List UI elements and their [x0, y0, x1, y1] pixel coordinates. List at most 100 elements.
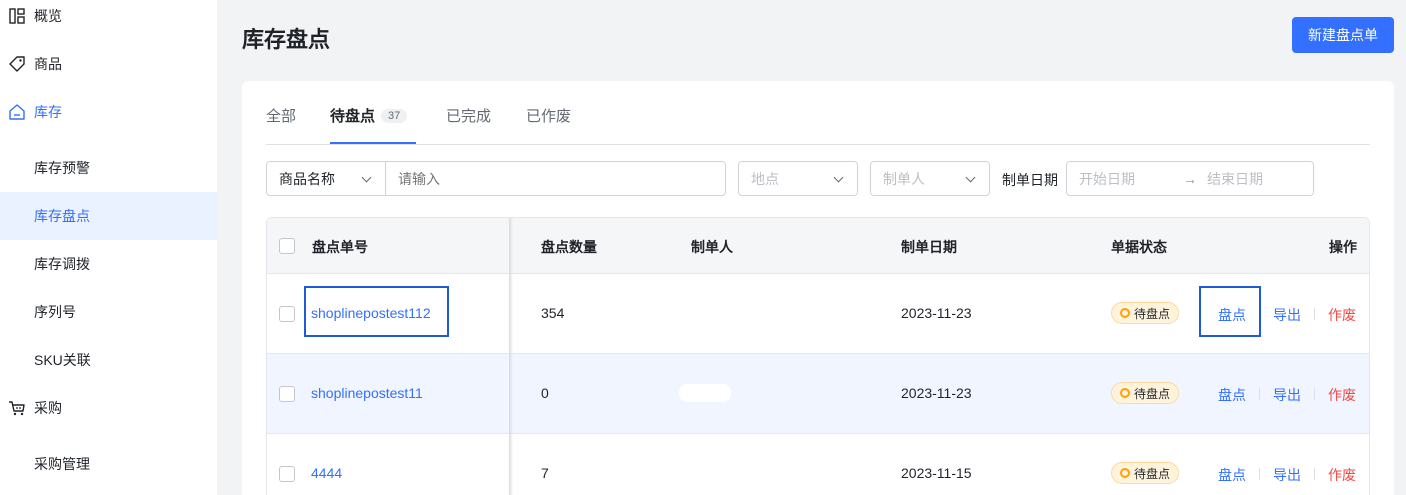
- export-button[interactable]: 导出: [1273, 465, 1301, 485]
- column-header: 单据状态: [1111, 239, 1167, 255]
- qty-cell: 7: [541, 465, 549, 481]
- tab-completed[interactable]: 已完成: [446, 105, 491, 126]
- keyword-input[interactable]: [385, 161, 726, 196]
- select-all-checkbox[interactable]: [279, 238, 295, 254]
- date-range-picker[interactable]: 开始日期 → 结束日期: [1066, 161, 1314, 196]
- tab-label: 已作废: [526, 108, 572, 125]
- void-button[interactable]: 作废: [1328, 465, 1356, 485]
- sidebar-item-transfer[interactable]: 库存调拨: [0, 240, 217, 288]
- fixed-column-shadow: [509, 218, 513, 495]
- column-header: 盘点单号: [312, 239, 368, 255]
- sidebar-item-inventory[interactable]: 库存: [0, 88, 217, 136]
- row-checkbox[interactable]: [279, 466, 295, 482]
- sidebar-item-overview[interactable]: 概览: [0, 0, 217, 40]
- pending-dot-icon: [1120, 388, 1130, 398]
- table-row[interactable]: 4444 7 2023-11-15 待盘点 盘点 导出 作废: [267, 434, 1369, 495]
- stocktake-button[interactable]: 盘点: [1218, 385, 1246, 405]
- sidebar-item-label: 库存盘点: [34, 208, 90, 224]
- end-date-placeholder: 结束日期: [1207, 170, 1263, 187]
- table-header: 盘点单号 盘点数量 制单人 制单日期 单据状态 操作: [267, 218, 1369, 274]
- highlight-box: [1199, 286, 1261, 337]
- sidebar-item-products[interactable]: 商品: [0, 40, 217, 88]
- creator-placeholder: 制单人: [883, 170, 925, 187]
- row-checkbox[interactable]: [279, 306, 295, 322]
- sidebar-item-serial[interactable]: 序列号: [0, 288, 217, 336]
- column-header: 操作: [1329, 239, 1357, 255]
- warehouse-icon: [8, 103, 26, 121]
- status-badge: 待盘点: [1111, 302, 1180, 324]
- chevron-down-icon: [361, 172, 372, 183]
- date-cell: 2023-11-15: [901, 465, 972, 481]
- table-row[interactable]: shoplinepostest11 0 2023-11-23 待盘点 盘点 导出…: [267, 354, 1369, 434]
- page-title: 库存盘点: [242, 27, 331, 52]
- new-stocktake-button[interactable]: 新建盘点单: [1292, 17, 1394, 53]
- location-placeholder: 地点: [751, 170, 779, 187]
- arrow-right-icon: →: [1183, 170, 1197, 187]
- tab-label: 已完成: [446, 108, 492, 125]
- count-badge: 37: [381, 108, 408, 123]
- chevron-down-icon: [965, 172, 976, 183]
- highlight-box: [304, 286, 449, 337]
- date-cell: 2023-11-23: [901, 385, 972, 401]
- stocktake-id-link[interactable]: 4444: [311, 465, 342, 481]
- sidebar-item-label: 商品: [34, 56, 62, 72]
- divider: [1314, 468, 1315, 480]
- sidebar-item-label: SKU关联: [34, 352, 91, 368]
- main-card: 全部 待盘点 37 已完成 已作废 商品名称 地点 制单人 制单日期 开始日期 →…: [242, 81, 1394, 495]
- field-select[interactable]: 商品名称: [266, 161, 386, 196]
- table-row[interactable]: shoplinepostest112 354 2023-11-23 待盘点 盘点…: [267, 274, 1369, 354]
- divider: [1314, 388, 1315, 400]
- redacted-creator: [679, 384, 731, 402]
- column-header: 制单人: [691, 239, 733, 255]
- tab-pending[interactable]: 待盘点 37: [330, 105, 408, 126]
- status-badge: 待盘点: [1111, 382, 1180, 404]
- stocktake-id-link[interactable]: shoplinepostest11: [311, 385, 423, 401]
- stocktake-button[interactable]: 盘点: [1218, 465, 1246, 485]
- date-cell: 2023-11-23: [901, 305, 972, 321]
- row-checkbox[interactable]: [279, 386, 295, 402]
- sidebar-item-sku-link[interactable]: SKU关联: [0, 336, 217, 384]
- tab-label: 待盘点: [330, 108, 376, 125]
- location-select[interactable]: 地点: [738, 161, 858, 196]
- tag-icon: [8, 55, 26, 73]
- export-button[interactable]: 导出: [1273, 385, 1301, 405]
- qty-cell: 354: [541, 305, 565, 321]
- chevron-down-icon: [833, 172, 844, 183]
- sidebar-item-stock-alert[interactable]: 库存预警: [0, 144, 217, 192]
- start-date-placeholder: 开始日期: [1079, 170, 1135, 187]
- qty-cell: 0: [541, 385, 549, 401]
- sidebar-item-stocktake[interactable]: 库存盘点: [0, 192, 217, 240]
- sidebar-item-purchase-manage[interactable]: 采购管理: [0, 440, 217, 488]
- sidebar-item-purchase[interactable]: 采购: [0, 384, 217, 432]
- status-badge: 待盘点: [1111, 462, 1180, 484]
- creator-select[interactable]: 制单人: [870, 161, 990, 196]
- pending-dot-icon: [1120, 308, 1130, 318]
- sidebar-item-label: 序列号: [34, 304, 76, 320]
- dashboard-icon: [8, 7, 26, 25]
- status-text: 待盘点: [1134, 386, 1171, 401]
- status-text: 待盘点: [1134, 306, 1171, 321]
- sidebar: 概览 商品 库存 库存预警 库存盘点 库存调拨 序列号 SKU关联 采购 采购管…: [0, 0, 217, 495]
- status-tabs: 全部 待盘点 37 已完成 已作废: [266, 81, 1370, 145]
- sidebar-item-label: 采购管理: [34, 456, 90, 472]
- pending-dot-icon: [1120, 468, 1130, 478]
- divider: [1259, 468, 1260, 480]
- sidebar-item-label: 库存预警: [34, 160, 90, 176]
- active-tab-indicator: [330, 142, 416, 144]
- void-button[interactable]: 作废: [1328, 305, 1356, 325]
- tab-voided[interactable]: 已作废: [526, 105, 571, 126]
- date-label: 制单日期: [1002, 172, 1058, 188]
- export-button[interactable]: 导出: [1273, 305, 1301, 325]
- tab-all[interactable]: 全部: [266, 105, 296, 126]
- void-button[interactable]: 作废: [1328, 385, 1356, 405]
- divider: [1259, 388, 1260, 400]
- field-select-value: 商品名称: [279, 170, 335, 187]
- sidebar-item-label: 采购: [34, 400, 62, 416]
- tab-label: 全部: [266, 108, 297, 125]
- status-text: 待盘点: [1134, 466, 1171, 481]
- sidebar-item-label: 库存调拨: [34, 256, 90, 272]
- stocktake-table: 盘点单号 盘点数量 制单人 制单日期 单据状态 操作 shoplineposte…: [266, 217, 1370, 495]
- sidebar-item-label: 库存: [34, 104, 62, 120]
- column-header: 盘点数量: [541, 239, 597, 255]
- cart-icon: [8, 399, 26, 417]
